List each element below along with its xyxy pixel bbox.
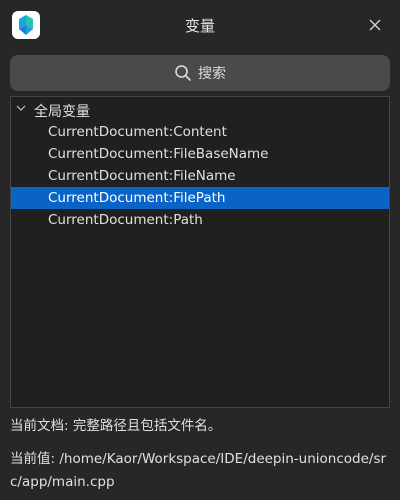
tree-item-label: CurrentDocument:FileName [48, 168, 236, 184]
variables-dialog: 变量 搜索 全局变量 CurrentDocument:Content Curre… [0, 0, 400, 500]
tree-item-path[interactable]: CurrentDocument:Path [11, 209, 389, 231]
chevron-down-icon[interactable] [15, 102, 27, 114]
tree-item-label: CurrentDocument:Content [48, 124, 227, 140]
tree-item-content[interactable]: CurrentDocument:Content [11, 121, 389, 143]
close-icon [369, 19, 381, 31]
tree-item-filename[interactable]: CurrentDocument:FileName [11, 165, 389, 187]
tree-root-global-variables[interactable]: 全局变量 [11, 99, 389, 121]
tree-root-label: 全局变量 [34, 104, 90, 120]
search-icon [175, 65, 191, 81]
variable-current-value: 当前值: /home/Kaor/Workspace/IDE/deepin-uni… [10, 451, 387, 490]
variable-description: 当前文档: 完整路径且包括文件名。 [10, 418, 222, 434]
search-input[interactable]: 搜索 [10, 55, 390, 91]
close-button[interactable] [362, 12, 388, 38]
window-title: 变量 [184, 17, 215, 35]
tree-item-filebasename[interactable]: CurrentDocument:FileBaseName [11, 143, 389, 165]
tree-item-label: CurrentDocument:FilePath [48, 190, 226, 206]
variables-tree[interactable]: 全局变量 CurrentDocument:Content CurrentDocu… [10, 96, 390, 408]
tree-item-label: CurrentDocument:FileBaseName [48, 146, 269, 162]
titlebar: 变量 [0, 0, 400, 50]
search-placeholder: 搜索 [198, 66, 226, 82]
tree-item-label: CurrentDocument:Path [48, 212, 203, 228]
tree-item-filepath[interactable]: CurrentDocument:FilePath [11, 187, 389, 209]
